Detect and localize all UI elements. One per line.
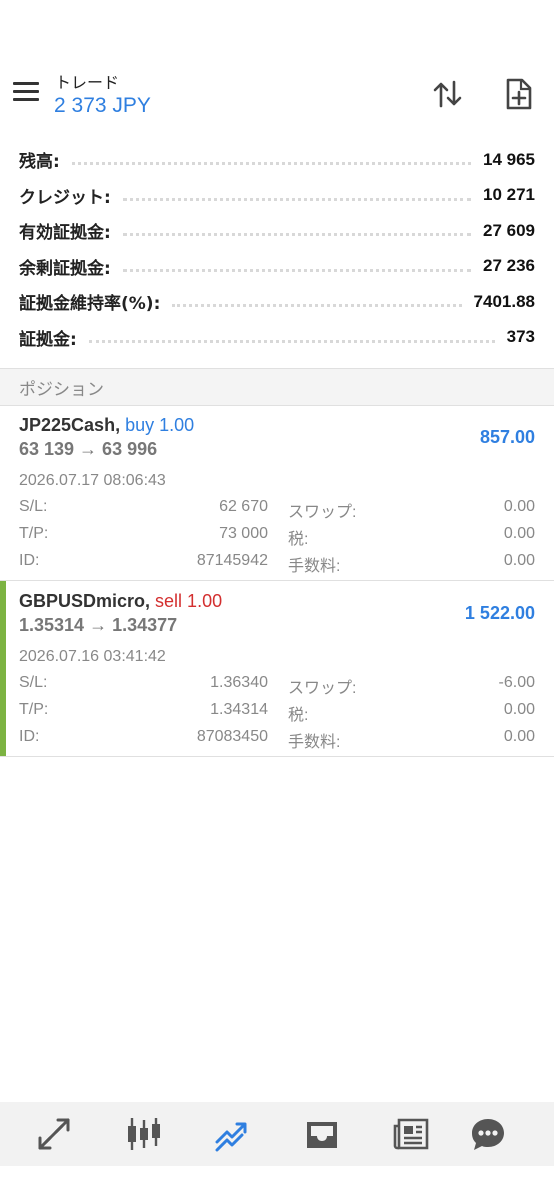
position-side: buy 1.00	[125, 415, 195, 435]
profit-total: 2 373 JPY	[54, 94, 151, 117]
position-profit: 857.00	[479, 427, 535, 447]
summary-value: 14 965	[483, 149, 535, 169]
detail-label: 手数料:	[288, 734, 341, 751]
detail-label: S/L:	[19, 674, 48, 691]
detail-row: T/P: 73 000 税: 0.00	[0, 525, 554, 551]
bottom-navigation	[0, 1102, 554, 1166]
summary-label: 有効証拠金:	[19, 223, 111, 244]
account-summary: 残高: 14 965 クレジット: 10 271 有効証拠金: 27 609 余…	[0, 142, 554, 355]
menu-icon[interactable]	[13, 82, 41, 106]
summary-value: 27 609	[483, 220, 535, 240]
swap-value: -6.00	[498, 674, 535, 691]
dotted-leader	[88, 339, 495, 343]
detail-label: T/P:	[19, 701, 49, 718]
detail-label: S/L:	[19, 498, 48, 515]
dotted-leader	[122, 233, 471, 237]
sort-arrows-icon[interactable]	[430, 76, 466, 112]
fee-value: 0.00	[503, 552, 535, 569]
trade-icon[interactable]	[214, 1116, 250, 1152]
summary-value: 10 271	[483, 185, 535, 205]
summary-row-free-margin: 余剰証拠金: 27 236	[0, 249, 554, 285]
swap-value: 0.00	[503, 498, 535, 515]
position-prices: 63 139 → 63 996	[19, 439, 158, 459]
detail-label: ID:	[19, 552, 40, 569]
position-symbol: JP225Cash, buy 1.00	[19, 415, 194, 436]
page-title: トレード	[55, 73, 120, 92]
summary-label: 証拠金維持率(%):	[19, 294, 161, 315]
summary-label: 残高:	[19, 152, 60, 173]
position-side: sell 1.00	[155, 591, 223, 611]
position-item[interactable]: JP225Cash, buy 1.00 63 139 → 63 996 857.…	[0, 405, 554, 581]
symbol-name: JP225Cash,	[19, 415, 121, 435]
detail-row: ID: 87083450 手数料: 0.00	[0, 728, 554, 754]
position-symbol: GBPUSDmicro, sell 1.00	[19, 591, 222, 612]
position-open-time: 2026.07.16 03:41:42	[19, 648, 166, 665]
detail-row: S/L: 1.36340 スワップ: -6.00	[0, 674, 554, 700]
symbol-name: GBPUSDmicro,	[19, 591, 151, 611]
dotted-leader	[122, 268, 471, 272]
news-icon[interactable]	[393, 1116, 429, 1152]
tax-value: 0.00	[503, 525, 535, 542]
section-title: ポジション	[19, 380, 104, 400]
detail-label: 税:	[288, 531, 309, 548]
detail-row: ID: 87145942 手数料: 0.00	[0, 552, 554, 578]
dotted-leader	[172, 304, 462, 308]
summary-label: クレジット:	[19, 187, 111, 208]
summary-row-margin: 証拠金: 373	[0, 320, 554, 356]
detail-row: T/P: 1.34314 税: 0.00	[0, 701, 554, 727]
top-bar: トレード 2 373 JPY	[0, 64, 554, 128]
chart-icon[interactable]	[126, 1116, 162, 1152]
chat-icon[interactable]	[470, 1116, 506, 1152]
dotted-leader	[122, 197, 471, 201]
detail-label: ID:	[19, 728, 40, 745]
summary-row-balance: 残高: 14 965	[0, 142, 554, 178]
fee-value: 0.00	[503, 728, 535, 745]
summary-label: 証拠金:	[19, 329, 77, 350]
summary-value: 27 236	[483, 256, 535, 276]
detail-row: S/L: 62 670 スワップ: 0.00	[0, 498, 554, 524]
inbox-icon[interactable]	[304, 1116, 340, 1152]
new-document-icon[interactable]	[500, 76, 536, 112]
stop-loss-value: 1.36340	[210, 674, 268, 691]
summary-row-margin-level: 証拠金維持率(%): 7401.88	[0, 284, 554, 320]
positions-section-header: ポジション	[0, 368, 554, 406]
position-id-value: 87083450	[196, 728, 268, 745]
summary-row-credit: クレジット: 10 271	[0, 178, 554, 214]
detail-label: スワップ:	[288, 680, 357, 697]
position-open-time: 2026.07.17 08:06:43	[19, 472, 166, 489]
summary-value: 7401.88	[473, 291, 535, 311]
detail-label: 手数料:	[288, 558, 341, 575]
detail-label: T/P:	[19, 525, 49, 542]
position-item[interactable]: GBPUSDmicro, sell 1.00 1.35314 → 1.34377…	[0, 581, 554, 757]
position-profit: 1 522.00	[464, 603, 535, 623]
position-prices: 1.35314 → 1.34377	[19, 615, 178, 635]
detail-label: スワップ:	[288, 504, 357, 521]
take-profit-value: 73 000	[219, 525, 268, 542]
dotted-leader	[71, 162, 471, 166]
stop-loss-value: 62 670	[219, 498, 268, 515]
summary-label: 余剰証拠金:	[19, 258, 111, 279]
detail-label: 税:	[288, 707, 309, 724]
take-profit-value: 1.34314	[210, 701, 268, 718]
summary-value: 373	[506, 327, 535, 347]
quotes-icon[interactable]	[36, 1116, 72, 1152]
tax-value: 0.00	[503, 701, 535, 718]
position-id-value: 87145942	[196, 552, 268, 569]
summary-row-equity: 有効証拠金: 27 609	[0, 213, 554, 249]
